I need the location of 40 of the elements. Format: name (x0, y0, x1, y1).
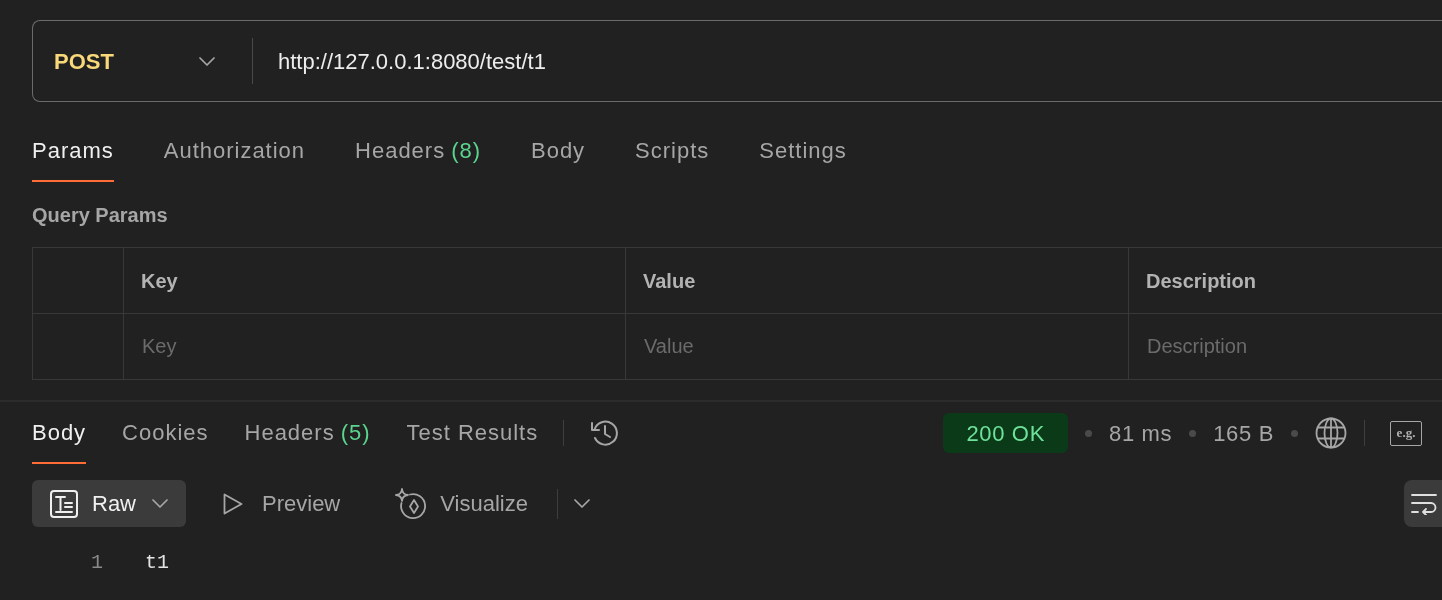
tab[interactable]: Headers (8) (355, 120, 481, 182)
word-wrap-icon (1411, 492, 1437, 515)
view-mode-button[interactable]: Preview (205, 480, 359, 527)
examples-button[interactable]: e.g. (1390, 420, 1422, 446)
tab[interactable]: Authorization (163, 120, 306, 182)
response-time: 81 ms (1109, 419, 1173, 448)
chevron-down-icon[interactable] (573, 499, 590, 508)
view-mode-button[interactable]: Visualize (377, 480, 546, 527)
url-input[interactable]: http://127.0.0.1:8080/test/t1 (253, 20, 1442, 102)
section-title: Query Params (32, 203, 168, 228)
tab[interactable]: Params (32, 120, 114, 182)
dot-icon (1291, 429, 1298, 437)
column-header: Description (1129, 248, 1442, 314)
tab[interactable]: Body (32, 402, 87, 464)
column-header: Key (124, 248, 626, 314)
description-field[interactable]: Description (1129, 314, 1442, 379)
response-size: 165 B (1213, 419, 1274, 448)
chevron-down-icon (199, 56, 215, 66)
view-mode-button[interactable]: Raw (32, 480, 186, 527)
tab[interactable]: Test Results (406, 402, 539, 464)
chevron-down-icon (152, 499, 168, 508)
value-field[interactable]: Value (626, 314, 1128, 379)
key-field[interactable]: Key (124, 314, 625, 379)
tab[interactable]: Body (531, 120, 586, 182)
tab[interactable]: Scripts (635, 120, 710, 182)
method-dropdown[interactable]: POST (32, 20, 253, 102)
status-badge: 200 OK (943, 413, 1068, 453)
tab[interactable]: Headers (5) (244, 402, 371, 464)
globe-icon[interactable] (1315, 417, 1347, 449)
dot-icon (1189, 429, 1197, 437)
play-icon (223, 492, 243, 515)
line-number: 1 (90, 550, 103, 576)
word-wrap-button[interactable] (1404, 480, 1442, 527)
text-format-icon (50, 489, 78, 518)
tab[interactable]: Cookies (122, 402, 209, 464)
dot-icon (1085, 429, 1092, 437)
sparkle-circle-icon (395, 487, 428, 520)
column-header: Value (626, 248, 1129, 314)
code-text: t1 (145, 550, 169, 576)
tab[interactable]: Settings (759, 120, 847, 182)
